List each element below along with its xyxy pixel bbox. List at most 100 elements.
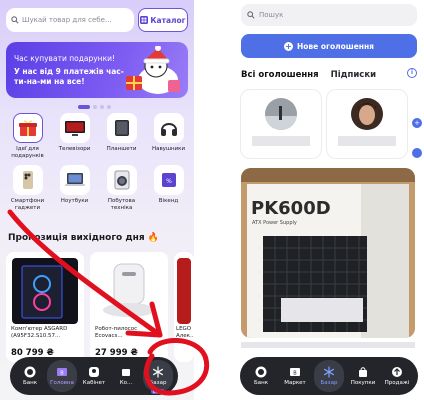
nav-purchases[interactable]: Покупки [348,360,378,392]
category-label: Ідеї для подарунків [11,146,44,159]
category-label: Смартфони гаджети [10,198,45,211]
banner-pagination [78,105,111,109]
listing-brand: PK600D [251,198,331,219]
product-card[interactable]: LEGO Алек... [174,252,194,362]
category-headphones[interactable]: Навушники [145,113,192,159]
pagination-dot[interactable] [100,105,104,109]
search-input[interactable]: Шукай товар для себе... [6,8,134,32]
nav-sales[interactable]: Продажі [382,360,412,392]
bottom-navigation: Банк B Маркет Базар Покупки Продажі [240,357,418,395]
info-icon[interactable]: i [407,68,417,78]
home-icon: B [57,368,67,377]
pagination-dot[interactable] [107,105,111,109]
product-image-pc [12,258,78,324]
right-phone-screen: Пошук + Нове оголошення Всі оголошення П… [236,0,424,400]
product-card[interactable]: Комп'ютер ASGARD (A95F32.S10.57... 80 79… [6,252,84,362]
snowflake-icon [323,366,335,378]
category-label: Навушники [151,146,186,152]
search-input[interactable]: Пошук [241,4,417,26]
tv-icon [64,121,85,136]
nav-cart[interactable]: Ко... [111,360,141,392]
category-weekend[interactable]: % Вікенд [145,165,192,211]
avatar [265,98,297,130]
product-card[interactable]: Робот-пилосос Ecovacs... 27 999 ₴ [90,252,168,362]
bank-icon [255,366,267,378]
product-name: LEGO Алек... [176,326,194,339]
new-listing-button[interactable]: + Нове оголошення [241,34,417,58]
tablet-icon [114,120,129,136]
sales-icon [392,367,402,377]
bottom-navigation: Банк B Головна Кабінет Ко... Базар BETA [10,357,178,395]
category-appliances[interactable]: Побутова техніка [98,165,145,211]
category-laptops[interactable]: Ноутбуки [51,165,98,211]
add-icon[interactable]: + [412,118,422,128]
nav-cabinet[interactable]: Кабінет [79,360,109,392]
nav-bazar[interactable]: Базар [314,360,344,392]
santa-cat-illustration [126,46,180,94]
promo-banner[interactable]: Час купувати подарунки! У нас від 9 плат… [6,42,188,98]
product-image-lego [177,258,191,324]
search-placeholder: Шукай товар для себе... [22,16,112,24]
nav-label: Головна [50,380,74,386]
category-label: Ноутбуки [60,198,89,204]
category-label: Планшети [106,146,137,152]
category-tile [12,113,43,143]
category-tile: % [153,165,184,195]
category-tile [153,113,184,143]
cart-icon [122,369,130,376]
grid-icon [140,16,149,24]
nav-market[interactable]: B Маркет [280,360,310,392]
search-icon [247,11,255,19]
nav-label: Банк [253,380,269,386]
category-tv[interactable]: Телевізори [51,113,98,159]
category-label: Вікенд [158,198,179,204]
svg-text:%: % [166,178,172,185]
smartphone-icon [22,171,33,189]
laptop-icon [64,173,85,186]
category-tile [59,165,90,195]
new-listing-label: Нове оголошення [297,41,374,51]
washer-icon [114,170,129,190]
category-label: Телевізори [58,146,91,152]
nav-label: Продажі [384,380,410,386]
nav-label: Маркет [284,380,306,386]
nav-bank[interactable]: Банк [246,360,276,392]
catalog-label: Каталог [150,15,186,25]
tab-all-listings[interactable]: Всі оголошення [241,70,319,80]
headphones-icon [160,123,177,136]
seller-name-placeholder [338,136,396,146]
nav-label: Покупки [350,380,376,386]
pagination-dot[interactable] [93,105,97,109]
category-grid: Ідеї для подарунків Телевізори Планшети … [4,113,192,211]
seller-name-placeholder [252,136,310,146]
product-name: Комп'ютер ASGARD (A95F32.S10.57... [11,326,68,339]
seller-card[interactable] [327,90,407,158]
category-tile [106,165,137,195]
svg-text:B: B [60,371,64,377]
tab-subscriptions[interactable]: Підписки [331,70,376,80]
nav-label: Базар [149,380,167,386]
nav-label: Базар [320,380,338,386]
banner-line2: У нас від 9 платежів час-ти-на-ми на все… [14,67,124,86]
category-gifts[interactable]: Ідеї для подарунків [4,113,51,159]
add-icon[interactable] [412,148,422,158]
seller-card[interactable] [241,90,321,158]
nav-bazar[interactable]: Базар BETA [143,360,173,394]
left-phone-screen: Шукай товар для себе... Каталог Час купу… [0,0,194,400]
nav-label: Кабінет [82,380,106,386]
nav-label: Банк [22,380,38,386]
pagination-dot-active[interactable] [78,105,90,109]
bag-icon [359,367,367,377]
catalog-button[interactable]: Каталог [138,8,188,32]
nav-bank[interactable]: Банк [15,360,45,392]
category-tablets[interactable]: Планшети [98,113,145,159]
bank-icon [24,366,36,378]
nav-home[interactable]: B Головна [47,360,77,392]
top-search-row: Шукай товар для себе... Каталог [6,8,188,32]
listing-card[interactable]: PK600D ATX Power Supply [241,168,415,338]
category-smartphones[interactable]: Смартфони гаджети [4,165,51,211]
market-icon: B [290,368,300,377]
seller-stories [241,90,407,158]
snowflake-icon [152,366,164,378]
avatar [351,98,383,130]
